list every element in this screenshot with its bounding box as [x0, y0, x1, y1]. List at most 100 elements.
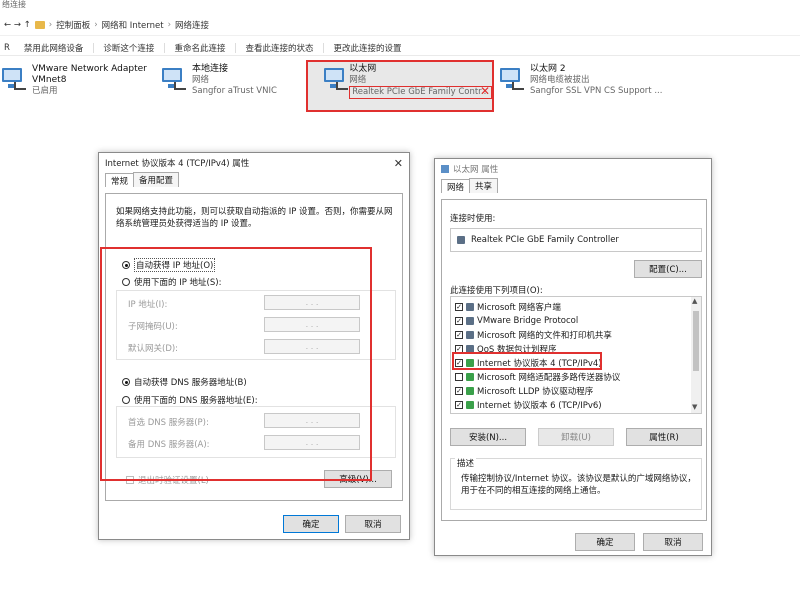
tab-general[interactable]: 常规 [105, 173, 135, 187]
list-item[interactable]: ✓ Internet 协议版本 6 (TCP/IPv6) [455, 398, 620, 412]
uninstall-button[interactable]: 卸载(U) [538, 428, 614, 446]
install-button[interactable]: 安装(N)... [450, 428, 526, 446]
protocol-icon [466, 401, 474, 409]
dialog-titlebar: Internet 协议版本 4 (TCP/IPv4) 属性 ✕ [99, 153, 409, 173]
adapter-line2: 网络电缆被拔出 [530, 75, 590, 85]
item-label: Microsoft 网络适配器多路传送器协议 [477, 373, 621, 383]
protocol-icon [466, 317, 474, 325]
tab-alternate[interactable]: 备用配置 [133, 172, 180, 187]
list-item[interactable]: ✓ Microsoft 网络的文件和打印机共享 [455, 328, 620, 342]
list-scrollbar[interactable]: ▲ ▼ [691, 297, 701, 413]
network-adapter-icon [457, 236, 465, 244]
tab-strip: 常规 备用配置 [99, 172, 409, 187]
cancel-button[interactable]: 取消 [345, 515, 401, 533]
network-panel: 连接时使用: Realtek PCIe GbE Family Controlle… [441, 199, 707, 521]
breadcrumb-sep-icon: › [167, 19, 171, 30]
nav-arrows[interactable]: ← → ↑ [4, 20, 31, 30]
diagnose-button[interactable]: 诊断这个连接 [93, 42, 164, 54]
breadcrumb-sep-icon: › [94, 19, 98, 30]
adapter-ethernet[interactable]: 以太网 网络 Realtek PCIe GbE Family Contr... [322, 64, 492, 108]
tab-strip: 网络 共享 [435, 178, 711, 193]
checkbox-checked-icon: ✓ [455, 302, 463, 311]
settings-highlight [100, 247, 372, 481]
ok-button[interactable]: 确定 [283, 515, 339, 533]
client-icon [466, 303, 474, 311]
close-icon[interactable]: ✕ [394, 157, 403, 170]
dialog-titlebar: 以太网 属性 [435, 159, 711, 179]
list-item[interactable]: Microsoft 网络适配器多路传送器协议 [455, 370, 620, 384]
description-label: 描述 [455, 457, 477, 469]
tab-sharing[interactable]: 共享 [469, 178, 499, 193]
checkbox-checked-icon: ✓ [455, 400, 463, 409]
adapter-ethernet2[interactable]: 以太网 2 网络电缆被拔出 Sangfor SSL VPN CS Support… [498, 64, 668, 108]
item-label: VMware Bridge Protocol [477, 316, 579, 326]
breadcrumb-network-connections[interactable]: 网络连接 [175, 19, 209, 31]
list-item[interactable]: ✓ VMware Bridge Protocol [455, 314, 620, 328]
network-adapter-icon [498, 66, 524, 92]
ipv4-item-highlight [452, 352, 602, 370]
item-label: Microsoft LLDP 协议驱动程序 [477, 387, 594, 397]
service-icon [466, 331, 474, 339]
scroll-up-icon[interactable]: ▲ [692, 297, 697, 305]
breadcrumb-control-panel[interactable]: 控制面板 [56, 19, 90, 31]
description-group: 描述 传输控制协议/Internet 协议。该协议是默认的广域网络协议，用于在不… [450, 457, 702, 510]
network-icon [441, 165, 449, 173]
adapter-line2: VMnet8 [32, 75, 67, 85]
adapter-device: Realtek PCIe GbE Family Contr... [349, 86, 492, 99]
rename-button[interactable]: 重命名此连接 [164, 42, 235, 54]
properties-button[interactable]: 属性(R) [626, 428, 702, 446]
checkbox-unchecked-icon [455, 373, 463, 381]
scroll-thumb[interactable] [693, 311, 699, 371]
checkbox-checked-icon: ✓ [455, 386, 463, 395]
adapter-vmnet8[interactable]: VMware Network Adapter VMnet8 已启用 [0, 64, 150, 108]
adapter-name: 以太网 2 [530, 64, 566, 74]
adapter-box: Realtek PCIe GbE Family Controller [450, 228, 702, 252]
connect-using-label: 连接时使用: [450, 214, 496, 224]
toolbar-truncated: R [4, 42, 10, 53]
protocol-icon [466, 387, 474, 395]
protocol-icon [466, 373, 474, 381]
dialog-title: Internet 协议版本 4 (TCP/IPv4) 属性 [105, 159, 250, 169]
disable-device-button[interactable]: 禁用此网络设备 [14, 42, 94, 54]
network-adapter-icon [0, 66, 26, 92]
ethernet-properties-dialog: 以太网 属性 网络 共享 连接时使用: Realtek PCIe GbE Fam… [434, 158, 712, 556]
address-bar[interactable]: ← → ↑ › 控制面板 › 网络和 Internet › 网络连接 [0, 14, 800, 36]
network-adapter-icon [322, 66, 348, 92]
breadcrumb-network-internet[interactable]: 网络和 Internet [102, 19, 164, 31]
list-item[interactable]: ✓ Microsoft LLDP 协议驱动程序 [455, 384, 620, 398]
description-text: 如果网络支持此功能，则可以获取自动指派的 IP 设置。否则，你需要从网络系统管理… [116, 207, 393, 229]
adapter-line2: 网络 [192, 75, 210, 85]
adapter-name: Realtek PCIe GbE Family Controller [471, 235, 619, 245]
breadcrumb-sep-icon: › [48, 19, 53, 30]
adapter-device: Sangfor SSL VPN CS Support ... [530, 86, 663, 96]
item-label: Internet 协议版本 6 (TCP/IPv6) [477, 401, 602, 411]
configure-button[interactable]: 配置(C)... [634, 260, 702, 278]
ok-button[interactable]: 确定 [575, 533, 635, 551]
change-settings-button[interactable]: 更改此连接的设置 [323, 42, 411, 54]
command-bar: R 禁用此网络设备 诊断这个连接 重命名此连接 查看此连接的状态 更改此连接的设… [0, 40, 800, 56]
adapter-name: VMware Network Adapter [32, 64, 147, 74]
checkbox-checked-icon: ✓ [455, 316, 463, 325]
item-label: Microsoft 网络客户端 [477, 303, 561, 313]
item-label: Microsoft 网络的文件和打印机共享 [477, 331, 612, 341]
cancel-button[interactable]: 取消 [643, 533, 703, 551]
disconnected-x-icon: ✕ [480, 84, 491, 98]
tab-network[interactable]: 网络 [441, 179, 471, 193]
adapter-line2: 网络 [349, 75, 367, 85]
items-label: 此连接使用下列项目(O): [450, 286, 543, 296]
adapter-local[interactable]: 本地连接 网络 Sangfor aTrust VNIC [160, 64, 300, 108]
list-item[interactable]: ✓ Microsoft 网络客户端 [455, 300, 620, 314]
network-adapter-icon [160, 66, 186, 92]
adapter-name: 本地连接 [192, 64, 229, 74]
adapter-device: Sangfor aTrust VNIC [192, 86, 277, 96]
checkbox-checked-icon: ✓ [455, 330, 463, 339]
adapter-name: 以太网 [349, 64, 377, 74]
window-title: 络连接 [2, 0, 26, 9]
folder-icon [34, 20, 45, 29]
view-status-button[interactable]: 查看此连接的状态 [235, 42, 323, 54]
dialog-title: 以太网 属性 [453, 165, 499, 175]
adapter-status: 已启用 [32, 86, 58, 96]
screen: 络连接 ← → ↑ › 控制面板 › 网络和 Internet › 网络连接 R… [0, 0, 800, 600]
description-text: 传输控制协议/Internet 协议。该协议是默认的广域网络协议，用于在不同的相… [461, 474, 696, 496]
scroll-down-icon[interactable]: ▼ [692, 403, 697, 411]
